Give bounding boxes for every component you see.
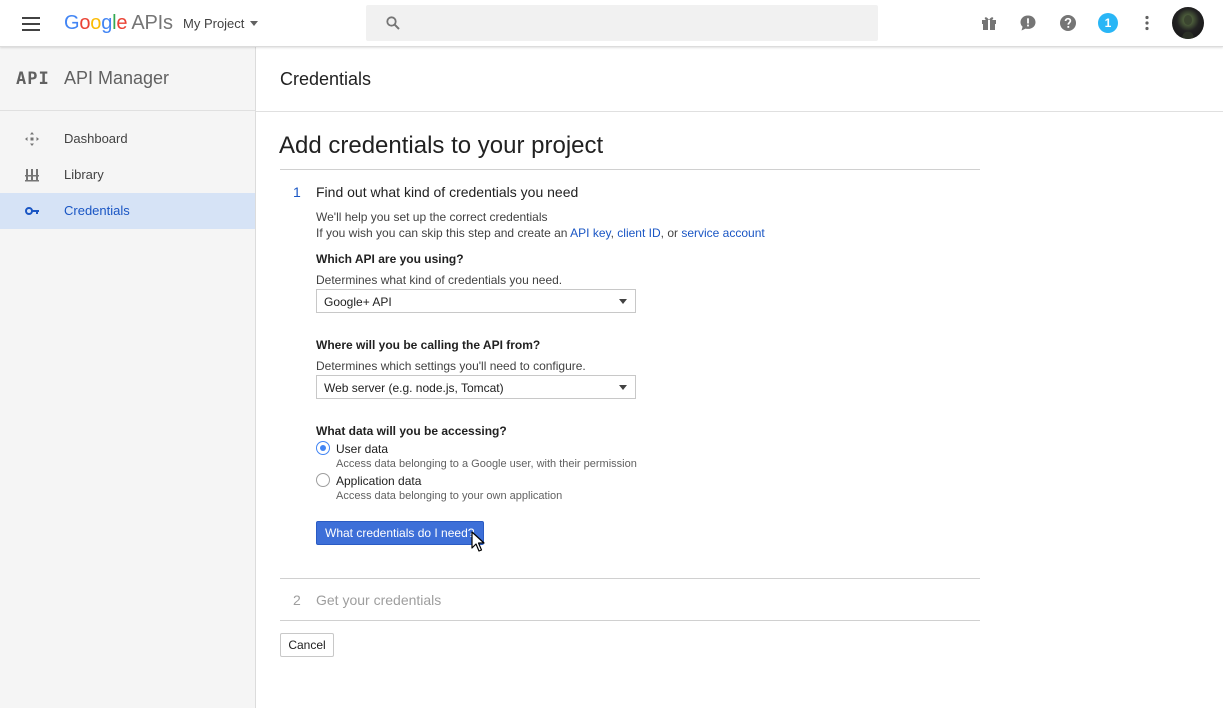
sidebar-item-library[interactable]: Library <box>0 157 255 193</box>
sidebar-item-dashboard[interactable]: Dashboard <box>0 121 255 157</box>
cancel-button[interactable]: Cancel <box>280 633 334 657</box>
question-platform-desc: Determines which settings you'll need to… <box>316 359 586 373</box>
user-data-desc: Access data belonging to a Google user, … <box>336 458 637 470</box>
gift-icon[interactable] <box>980 14 998 32</box>
content-header: Credentials <box>256 47 1223 112</box>
page-title: Credentials <box>280 69 372 89</box>
sidebar-title[interactable]: API Manager <box>64 68 169 89</box>
top-bar: Google APIs My Project 1 <box>0 0 1223 47</box>
question-platform: Where will you be calling the API from? <box>316 338 541 352</box>
step-2-number: 2 <box>293 592 301 608</box>
user-data-radio[interactable] <box>316 441 330 455</box>
step-2-title: Get your credentials <box>316 592 442 608</box>
sidebar-header: API API Manager <box>0 47 255 111</box>
platform-select[interactable]: Web server (e.g. node.js, Tomcat) <box>316 375 636 399</box>
chevron-down-icon <box>250 21 259 26</box>
project-selector[interactable]: My Project <box>183 16 259 31</box>
avatar-image <box>1182 15 1194 39</box>
step-1-title: Find out what kind of credentials you ne… <box>316 184 579 200</box>
question-api: Which API are you using? <box>316 252 464 266</box>
api-logo: API <box>16 69 50 89</box>
application-data-radio[interactable] <box>316 473 330 487</box>
user-data-label[interactable]: User data <box>336 442 388 456</box>
main-content: Add credentials to your project 1 Find o… <box>256 112 1223 708</box>
feedback-icon[interactable] <box>1019 14 1037 32</box>
dropdown-arrow-icon <box>619 299 627 304</box>
library-icon <box>25 169 39 182</box>
step-1-number: 1 <box>293 184 301 200</box>
step-divider <box>280 578 980 579</box>
service-account-link[interactable]: service account <box>681 226 764 240</box>
sidebar-item-label: Library <box>64 167 104 182</box>
avatar[interactable] <box>1172 7 1204 39</box>
sidebar: API API Manager Dashboard Library Creden… <box>0 47 256 708</box>
search-icon <box>386 16 400 30</box>
application-data-desc: Access data belonging to your own applic… <box>336 490 563 502</box>
help-text-1: We'll help you set up the correct creden… <box>316 210 548 224</box>
heading-divider <box>280 169 980 170</box>
google-apis-logo[interactable]: Google APIs <box>64 12 173 35</box>
main-heading: Add credentials to your project <box>279 132 604 159</box>
key-icon <box>25 207 39 215</box>
application-data-label[interactable]: Application data <box>336 474 421 488</box>
more-vert-icon[interactable] <box>1138 14 1156 32</box>
separator: , or <box>660 226 682 240</box>
mouse-cursor-icon <box>471 531 485 552</box>
question-api-desc: Determines what kind of credentials you … <box>316 273 563 287</box>
menu-icon[interactable] <box>20 14 44 34</box>
dashboard-icon <box>25 132 39 146</box>
api-select[interactable]: Google+ API <box>316 289 636 313</box>
project-name: My Project <box>183 16 245 31</box>
sidebar-item-label: Dashboard <box>64 131 128 146</box>
help-text-prefix: If you wish you can skip this step and c… <box>316 226 571 240</box>
notification-badge[interactable]: 1 <box>1098 13 1118 33</box>
help-icon[interactable] <box>1059 14 1077 32</box>
help-text-2: If you wish you can skip this step and c… <box>316 226 765 240</box>
platform-select-value: Web server (e.g. node.js, Tomcat) <box>324 381 504 395</box>
client-id-link[interactable]: client ID <box>617 226 660 240</box>
search-bar[interactable] <box>366 5 878 41</box>
what-credentials-button[interactable]: What credentials do I need? <box>316 521 484 545</box>
api-key-link[interactable]: API key <box>570 226 610 240</box>
sidebar-item-label: Credentials <box>64 203 130 218</box>
sidebar-nav: Dashboard Library Credentials <box>0 121 255 229</box>
dropdown-arrow-icon <box>619 385 627 390</box>
step-2-divider <box>280 620 980 621</box>
sidebar-item-credentials[interactable]: Credentials <box>0 193 255 229</box>
api-select-value: Google+ API <box>324 295 392 309</box>
question-data: What data will you be accessing? <box>316 424 507 438</box>
